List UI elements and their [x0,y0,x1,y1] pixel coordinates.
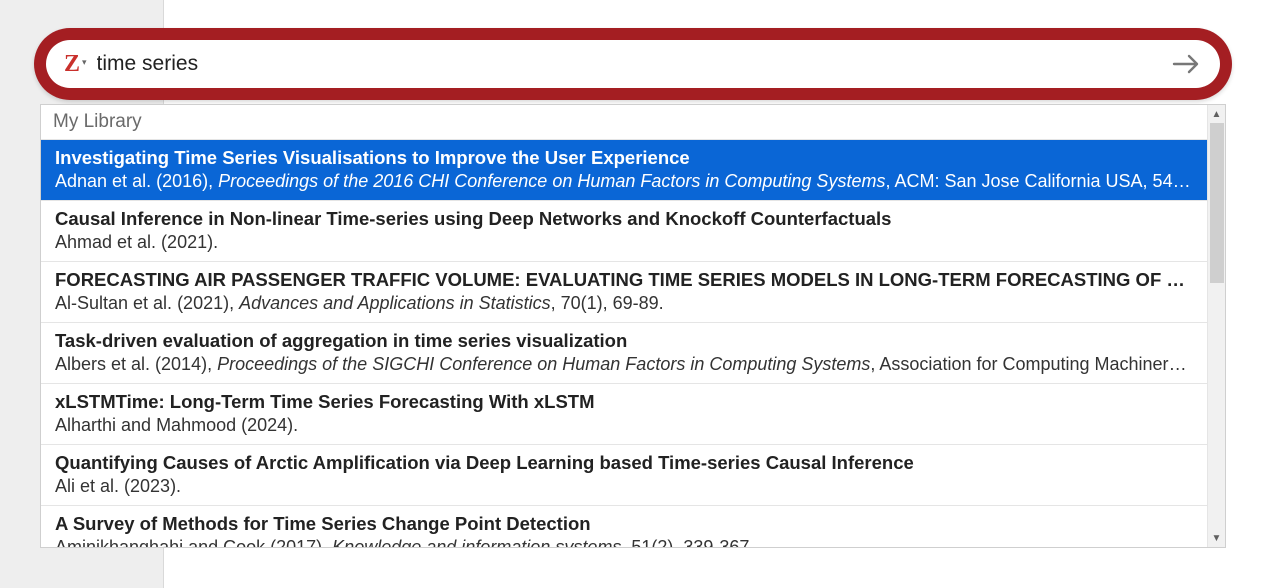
search-bar: Z ▾ [46,40,1220,88]
result-item[interactable]: A Survey of Methods for Time Series Chan… [41,506,1207,547]
result-meta: Adnan et al. (2016), Proceedings of the … [55,171,1193,192]
result-meta: Ali et al. (2023). [55,476,1193,497]
result-title: A Survey of Methods for Time Series Chan… [55,513,1193,535]
result-item[interactable]: Causal Inference in Non-linear Time-seri… [41,201,1207,262]
result-title: FORECASTING AIR PASSENGER TRAFFIC VOLUME… [55,269,1193,291]
scroll-thumb[interactable] [1210,123,1224,283]
arrow-right-icon [1172,53,1202,75]
result-meta: Al-Sultan et al. (2021), Advances and Ap… [55,293,1193,314]
result-title: Task-driven evaluation of aggregation in… [55,330,1193,352]
result-title: Quantifying Causes of Arctic Amplificati… [55,452,1193,474]
scroll-down-icon[interactable]: ▼ [1208,529,1225,547]
search-input[interactable] [97,52,1162,76]
result-item[interactable]: Task-driven evaluation of aggregation in… [41,323,1207,384]
zotero-logo[interactable]: Z ▾ [64,52,87,76]
dropdown-caret-icon: ▾ [82,57,87,68]
search-bar-container: Z ▾ [34,28,1232,100]
result-meta: Alharthi and Mahmood (2024). [55,415,1193,436]
result-item[interactable]: FORECASTING AIR PASSENGER TRAFFIC VOLUME… [41,262,1207,323]
dropdown-body: My Library Investigating Time Series Vis… [41,105,1207,547]
result-meta: Aminikhanghahi and Cook (2017), Knowledg… [55,537,1193,547]
submit-arrow-button[interactable] [1172,53,1202,75]
result-title: xLSTMTime: Long-Term Time Series Forecas… [55,391,1193,413]
citation-dropdown: My Library Investigating Time Series Vis… [40,104,1226,548]
result-meta: Ahmad et al. (2021). [55,232,1193,253]
result-item[interactable]: xLSTMTime: Long-Term Time Series Forecas… [41,384,1207,445]
result-item[interactable]: Investigating Time Series Visualisations… [41,140,1207,201]
library-section-header: My Library [41,105,1207,140]
result-title: Investigating Time Series Visualisations… [55,147,1193,169]
scroll-up-icon[interactable]: ▲ [1208,105,1225,123]
result-meta: Albers et al. (2014), Proceedings of the… [55,354,1193,375]
result-item[interactable]: Quantifying Causes of Arctic Amplificati… [41,445,1207,506]
zotero-z-icon: Z [64,52,80,76]
dropdown-scrollbar[interactable]: ▲ ▼ [1207,105,1225,547]
result-title: Causal Inference in Non-linear Time-seri… [55,208,1193,230]
